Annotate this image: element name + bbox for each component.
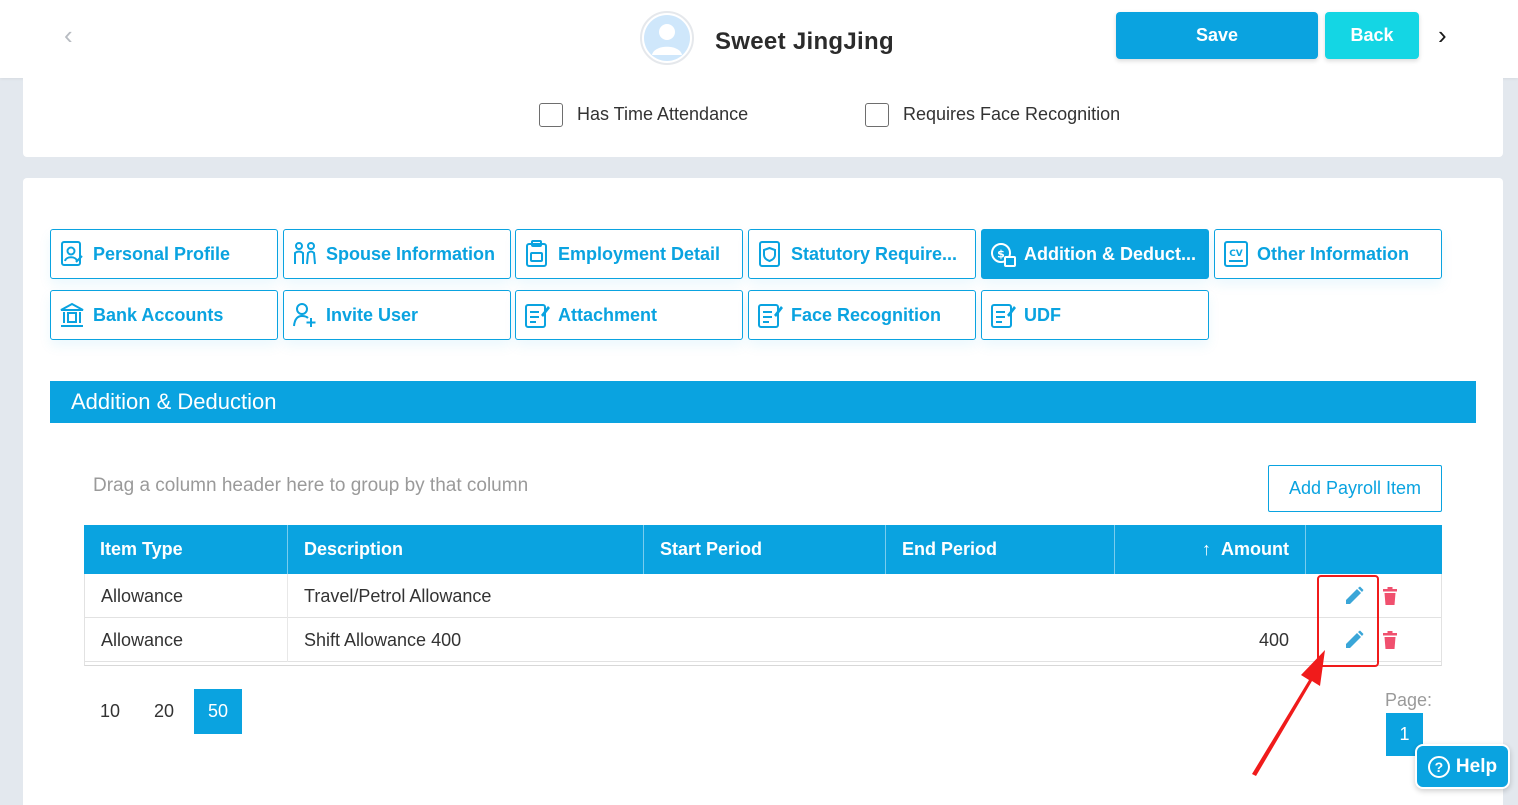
tab-label: Addition & Deduct... xyxy=(1024,243,1196,264)
cell-start-period xyxy=(643,574,885,618)
tab-addition-deduction[interactable]: $ Addition & Deduct... xyxy=(981,229,1209,279)
cell-end-period xyxy=(885,618,1114,662)
tab-label: Other Information xyxy=(1257,243,1409,264)
profile-icon xyxy=(61,241,83,266)
column-label: Start Period xyxy=(660,539,763,559)
page-label: Page: xyxy=(1385,690,1433,710)
tab-statutory-requirement[interactable]: Statutory Require... xyxy=(748,229,976,279)
tab-label: Statutory Require... xyxy=(791,243,958,264)
tab-personal-profile[interactable]: Personal Profile xyxy=(50,229,278,279)
column-header-end-period[interactable]: End Period xyxy=(885,525,1114,574)
tab-spouse-information[interactable]: Spouse Information xyxy=(283,229,511,279)
add-payroll-item-button[interactable]: Add Payroll Item xyxy=(1268,465,1442,512)
page-size-50[interactable]: 50 xyxy=(194,689,242,734)
column-header-amount[interactable]: ↑ Amount xyxy=(1114,525,1305,574)
cell-item-type: Allowance xyxy=(101,585,184,606)
document-edit-icon xyxy=(758,304,783,328)
edit-icon[interactable] xyxy=(1344,586,1364,606)
section-title: Addition & Deduction xyxy=(50,381,1476,423)
employee-name: Sweet JingJing xyxy=(715,28,894,55)
column-header-description[interactable]: Description xyxy=(287,525,643,574)
face-recognition-checkbox[interactable] xyxy=(865,103,889,127)
group-by-drop-zone[interactable]: Drag a column header here to group by th… xyxy=(93,475,528,497)
cell-end-period xyxy=(885,574,1114,618)
table-row[interactable]: Allowance Shift Allowance 400 400 xyxy=(84,618,1442,662)
time-attendance-label: Has Time Attendance xyxy=(577,104,749,124)
tab-label: Spouse Information xyxy=(326,243,496,264)
tab-udf[interactable]: UDF xyxy=(981,290,1209,340)
svg-text:$: $ xyxy=(997,248,1005,261)
money-icon: $ xyxy=(991,243,1016,267)
tab-label: Employment Detail xyxy=(558,243,721,264)
delete-icon[interactable] xyxy=(1380,586,1400,606)
edit-icon[interactable] xyxy=(1344,630,1364,650)
tab-label: Face Recognition xyxy=(791,304,942,325)
grid-bottom-border xyxy=(84,662,1442,666)
user-silhouette-icon xyxy=(644,15,690,61)
cell-description: Shift Allowance 400 xyxy=(287,618,643,662)
help-icon: ? xyxy=(1427,755,1450,778)
tab-bank-accounts[interactable]: Bank Accounts xyxy=(50,290,278,340)
payroll-items-grid: Item Type Description Start Period End P… xyxy=(84,525,1442,666)
clipboard-icon xyxy=(526,240,547,267)
previous-employee-icon[interactable]: ‹ xyxy=(64,22,90,48)
help-label: Help xyxy=(1455,755,1498,777)
add-user-icon xyxy=(293,303,316,327)
tab-invite-user[interactable]: Invite User xyxy=(283,290,511,340)
section-title-text: Addition & Deduction xyxy=(71,389,277,414)
tab-label: Attachment xyxy=(558,304,658,325)
document-edit-icon xyxy=(525,304,550,328)
couple-icon xyxy=(294,242,316,265)
cell-amount: 400 xyxy=(1258,629,1289,650)
bank-icon xyxy=(60,302,84,327)
cell-amount xyxy=(1114,574,1305,618)
column-header-item-type[interactable]: Item Type xyxy=(84,525,287,574)
tab-face-recognition[interactable]: Face Recognition xyxy=(748,290,976,340)
time-attendance-checkbox[interactable] xyxy=(539,103,563,127)
tab-label: Personal Profile xyxy=(93,243,231,264)
face-recognition-label: Requires Face Recognition xyxy=(903,104,1121,124)
cell-description: Travel/Petrol Allowance xyxy=(287,574,643,618)
options-card xyxy=(23,78,1503,157)
page-size-20[interactable]: 20 xyxy=(140,689,188,734)
back-button[interactable]: Back xyxy=(1325,12,1419,59)
sort-ascending-icon: ↑ xyxy=(1202,539,1212,559)
cv-icon: CV xyxy=(1224,241,1248,267)
table-row[interactable]: Allowance Travel/Petrol Allowance xyxy=(84,574,1442,618)
tab-label: Invite User xyxy=(326,304,419,325)
document-edit-icon xyxy=(991,304,1016,328)
column-label: End Period xyxy=(902,539,998,559)
column-label: Item Type xyxy=(100,539,183,559)
tab-label: Bank Accounts xyxy=(93,304,224,325)
next-employee-icon[interactable]: › xyxy=(1438,22,1460,48)
svg-text:CV: CV xyxy=(1229,249,1243,259)
column-header-start-period[interactable]: Start Period xyxy=(643,525,885,574)
column-label: Description xyxy=(304,539,404,559)
help-button[interactable]: ? Help xyxy=(1415,744,1510,789)
tab-employment-detail[interactable]: Employment Detail xyxy=(515,229,743,279)
column-header-actions xyxy=(1305,525,1442,574)
tab-label: UDF xyxy=(1024,304,1061,325)
top-bar: ‹ Sweet JingJing Save Back › xyxy=(0,0,1518,78)
tab-other-information[interactable]: CV Other Information xyxy=(1214,229,1442,279)
avatar xyxy=(640,11,694,65)
cell-item-type: Allowance xyxy=(101,629,184,650)
cell-start-period xyxy=(643,618,885,662)
column-label: Amount xyxy=(1221,539,1289,559)
grid-header: Item Type Description Start Period End P… xyxy=(84,525,1442,574)
delete-icon[interactable] xyxy=(1380,630,1400,650)
page-size-10[interactable]: 10 xyxy=(86,689,134,734)
save-button[interactable]: Save xyxy=(1116,12,1318,59)
shield-document-icon xyxy=(759,241,780,267)
tab-attachment[interactable]: Attachment xyxy=(515,290,743,340)
